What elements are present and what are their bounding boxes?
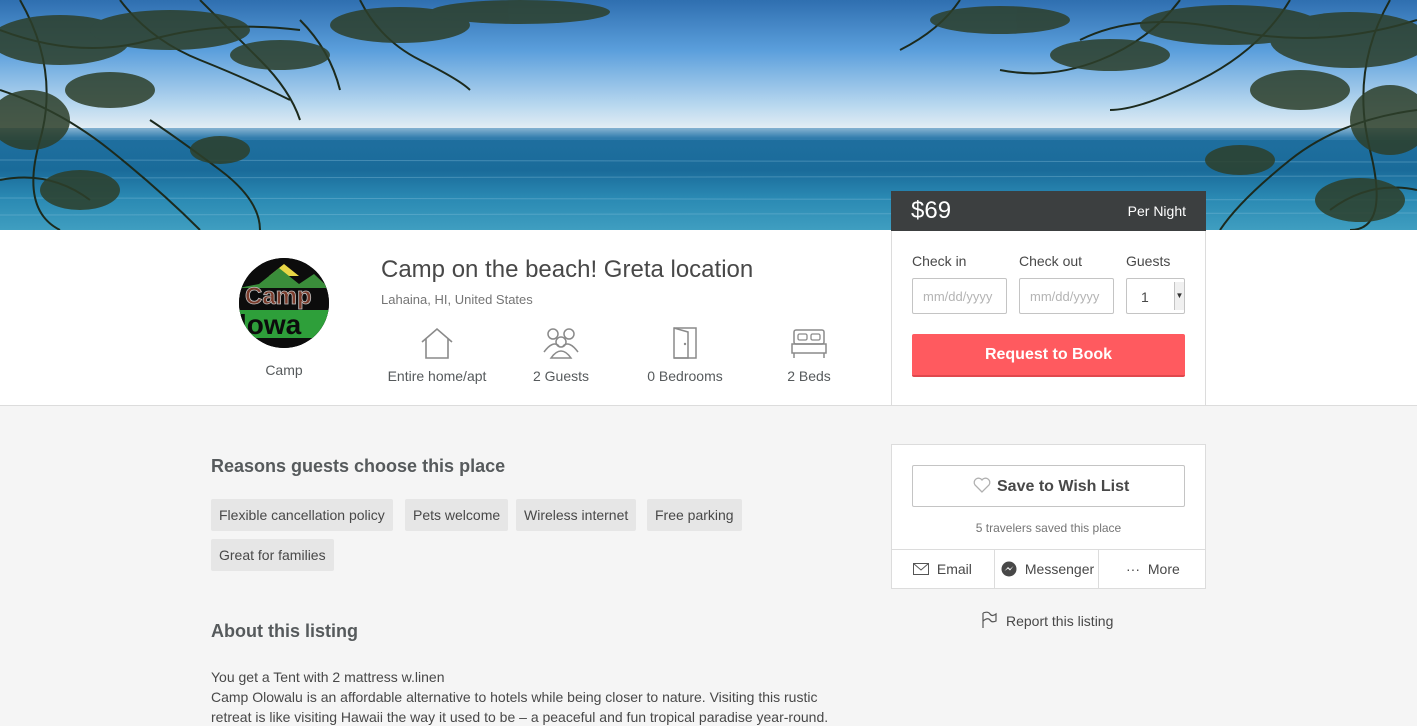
listing-title: Camp on the beach! Greta location [381, 256, 754, 283]
email-share-button[interactable]: Email [913, 550, 972, 589]
about-line: You get a Tent with 2 mattress w.linen [211, 669, 445, 685]
reason-tag: Wireless internet [516, 499, 637, 531]
host-avatar[interactable]: Camp lowa [239, 258, 329, 348]
about-heading: About this listing [211, 621, 358, 641]
share-row: Email Messenger ··· More [891, 549, 1206, 589]
chevron-down-icon[interactable]: ▼ [1174, 282, 1184, 310]
ellipsis-icon: ··· [1126, 561, 1140, 577]
feature-room-type: Entire home/apt [372, 326, 502, 384]
door-icon [620, 326, 750, 362]
more-label: More [1147, 561, 1180, 577]
feature-label: 2 Guests [532, 368, 590, 384]
listing-location: Lahaina, HI, United States [381, 292, 533, 307]
reason-tag: Pets welcome [405, 499, 509, 531]
save-to-wishlist-button[interactable]: Save to Wish List [912, 465, 1185, 507]
wishlist-label: Save to Wish List [997, 478, 1130, 495]
check-in-input[interactable] [912, 278, 1007, 314]
email-label: Email [936, 561, 972, 577]
bed-icon [744, 326, 874, 362]
feature-guests: 2 Guests [496, 326, 626, 384]
price-bar: $69 Per Night [891, 191, 1206, 231]
house-icon [372, 326, 502, 362]
check-out-label: Check out [1019, 253, 1083, 269]
reason-tag: Free parking [647, 499, 742, 531]
feature-label: 2 Beds [787, 368, 831, 384]
nightly-price: $69 [911, 197, 952, 224]
messenger-icon [1001, 561, 1017, 577]
camp-logo-icon: Camp lowa [239, 258, 329, 348]
request-to-book-button[interactable]: Request to Book [912, 334, 1185, 377]
reason-tag: Flexible cancellation policy [211, 499, 393, 531]
reason-tag: Great for families [211, 539, 334, 571]
feature-bedrooms: 0 Bedrooms [620, 326, 750, 384]
report-label: Report this listing [1006, 613, 1114, 629]
guests-icon [496, 326, 626, 362]
about-description: You get a Tent with 2 mattress w.linen C… [211, 667, 851, 726]
reasons-heading: Reasons guests choose this place [211, 456, 506, 476]
feature-label: Entire home/apt [387, 368, 487, 384]
divider [994, 550, 995, 589]
heart-icon [973, 477, 991, 498]
price-period: Per Night [1127, 203, 1186, 219]
saved-count: 5 travelers saved this place [975, 521, 1122, 535]
feature-label: 0 Bedrooms [647, 368, 723, 384]
svg-text:Camp: Camp [245, 283, 312, 310]
guests-label: Guests [1126, 253, 1171, 269]
check-out-input[interactable] [1019, 278, 1114, 314]
messenger-label: Messenger [1024, 561, 1095, 577]
divider [1098, 550, 1099, 589]
guests-value: 1 [1141, 289, 1149, 305]
guests-select[interactable]: 1 ▼ [1126, 278, 1185, 314]
check-in-label: Check in [912, 253, 967, 269]
report-listing-link[interactable]: Report this listing [980, 611, 1113, 632]
about-line: Camp Olowalu is an affordable alternativ… [211, 689, 829, 725]
flag-icon [982, 611, 997, 628]
more-share-button[interactable]: ··· More [1126, 550, 1180, 589]
feature-beds: 2 Beds [744, 326, 874, 384]
host-type-label: Camp [265, 362, 303, 378]
envelope-icon [913, 563, 929, 575]
messenger-share-button[interactable]: Messenger [1001, 550, 1094, 589]
